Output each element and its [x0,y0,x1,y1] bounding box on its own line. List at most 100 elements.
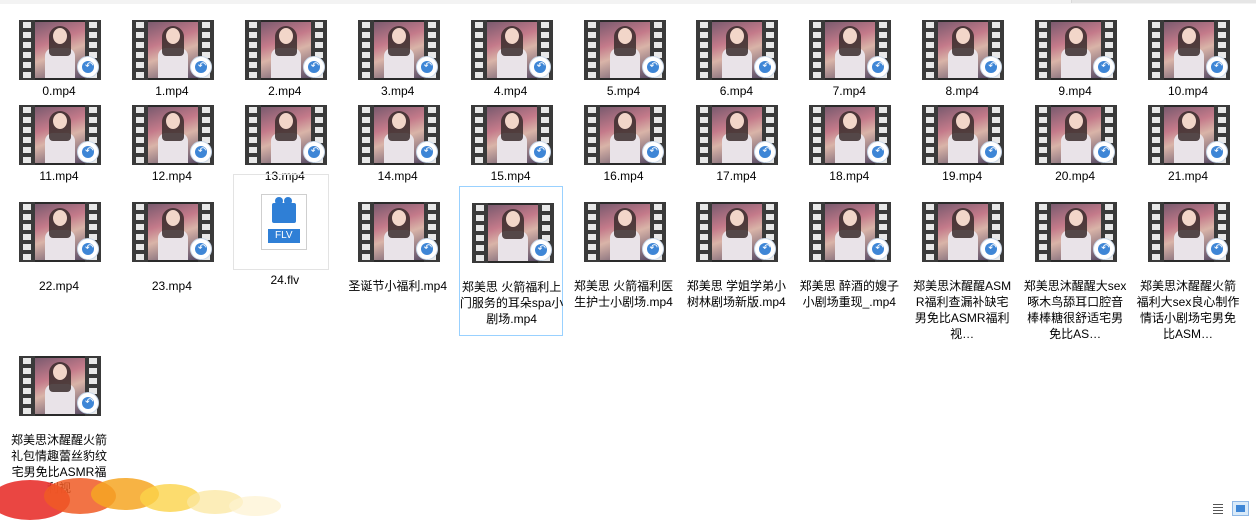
large-icons-view-icon [1236,505,1245,512]
file-item[interactable]: FLV 24.flv [232,174,337,324]
file-item[interactable]: ↶ 7.mp4 [797,4,901,98]
film-hole [926,32,935,38]
film-hole [135,32,144,38]
file-item[interactable]: ↶ 17.mp4 [684,89,788,183]
frame-figure [617,113,632,129]
film-hole [587,32,596,38]
film-hole [813,224,822,230]
film-hole [1152,72,1160,78]
file-item[interactable]: ↶ 5.mp4 [572,4,676,98]
film-hole [427,22,436,28]
media-player-badge-icon: ↶ [1093,141,1116,163]
film-hole [766,32,775,38]
film-hole [361,72,370,78]
film-hole [587,147,596,153]
flv-type-label: FLV [267,229,300,243]
file-item[interactable]: ↶ 圣诞节小福利.mp4 [346,186,450,336]
frame-figure [278,28,293,44]
film-hole [766,214,775,220]
play-arrow-icon: ↶ [762,146,771,157]
file-item[interactable]: ↶ 3.mp4 [346,4,450,98]
film-hole [587,127,596,133]
file-name-label: 郑美思 学姐学弟小树林剧场新版.mp4 [686,279,787,309]
film-hole [700,62,709,68]
file-item[interactable]: ↶ 21.mp4 [1136,89,1240,183]
details-view-line [1213,513,1223,514]
play-arrow-icon: ↶ [197,146,207,157]
file-item[interactable]: ↶ 郑美思沐醒醒大sex啄木鸟舔耳口腔音棒棒糖很舒适宅男免比AS… [1023,186,1127,341]
file-item[interactable]: ↶ 1.mp4 [120,4,224,98]
file-item[interactable]: ↶ 郑美思沐醒醒ASMR福利查漏补缺宅男免比ASMR福利视… [910,186,1014,341]
details-view-button[interactable] [1210,501,1227,516]
file-item[interactable]: ↶ 23.mp4 [120,186,224,336]
film-hole [361,32,370,38]
file-item[interactable]: ↶ 16.mp4 [572,89,676,183]
film-hole [427,127,436,133]
file-item[interactable]: ↶ 郑美思 醉酒的嫂子小剧场重现_.mp4 [797,186,901,336]
film-hole [89,117,97,123]
file-item[interactable]: ↶ 13.mp4 [233,89,337,183]
film-hole [89,214,97,220]
file-item[interactable]: ↶ 20.mp4 [1023,89,1127,183]
film-hole [89,358,97,364]
file-item[interactable]: ↶ 10.mp4 [1136,4,1240,98]
film-hole [89,42,97,48]
film-hole [1152,214,1160,220]
film-hole [135,52,144,58]
film-hole [992,117,1001,123]
film-hole [766,22,775,28]
file-item[interactable]: ↶ 18.mp4 [797,89,901,183]
file-item[interactable]: ↶ 15.mp4 [459,89,563,183]
film-hole [248,42,257,48]
film-hole [23,52,31,58]
file-item[interactable]: ↶ 22.mp4 [7,186,111,336]
film-hole [361,107,370,113]
film-hole [427,42,436,48]
play-arrow-icon: ↶ [85,146,94,157]
file-item[interactable]: ↶ 12.mp4 [120,89,224,183]
film-hole [540,107,549,113]
file-name-label: 22.mp4 [38,279,80,293]
play-arrow-icon: ↶ [762,61,771,72]
film-hole [1105,117,1114,123]
film-hole [1105,224,1114,230]
film-hole [587,224,596,230]
play-arrow-icon: ↶ [85,397,94,408]
film-hole [1152,204,1160,210]
film-hole [1218,224,1226,230]
file-item[interactable]: ↶ 19.mp4 [910,89,1014,183]
film-hole [135,137,144,143]
file-grid: ↶ 0.mp4 ↶ 1.mp4 ↶ 2.mp4 ↶ 3.mp4 ↶ 4.mp4 ↶ 5.mp4 ↶ 6.m… [0,0,1256,522]
film-hole [653,32,662,38]
film-hole [135,244,144,250]
file-name-label: 12.mp4 [151,169,192,183]
frame-figure [391,113,406,129]
file-item[interactable]: ↶ 9.mp4 [1023,4,1127,98]
file-item[interactable]: ↶ 14.mp4 [346,89,450,183]
file-item[interactable]: ↶ 郑美思沐醒醒火箭福利大sex良心制作情话小剧场宅男免比ASM… [1136,186,1240,341]
film-hole [474,32,483,38]
film-hole [361,52,370,58]
frame-figure [165,28,180,44]
file-item[interactable]: ↶ 6.mp4 [684,4,788,98]
file-item[interactable]: ↶ 11.mp4 [7,89,111,183]
film-strip-left [1148,20,1164,80]
film-hole [926,214,935,220]
film-hole [540,117,549,123]
film-hole [23,254,31,260]
file-item[interactable]: ↶ 郑美思 火箭福利医生护士小剧场.mp4 [572,186,676,336]
file-item[interactable]: ↶ 0.mp4 [7,4,111,98]
file-item[interactable]: ↶ 郑美思 学姐学弟小树林剧场新版.mp4 [684,186,788,336]
film-hole [135,107,144,113]
file-name-label: 郑美思沐醒醒大sex啄木鸟舔耳口腔音棒棒糖很舒适宅男免比AS… [1023,279,1127,341]
large-icons-view-button[interactable] [1232,501,1249,516]
file-item[interactable]: ↶ 2.mp4 [233,4,337,98]
file-item[interactable]: ↶ 4.mp4 [459,4,563,98]
film-strip-left [583,20,600,80]
file-item[interactable]: ↶ 郑美思 火箭福利上门服务的耳朵spa小剧场.mp4 [458,186,563,336]
play-arrow-icon: ↶ [988,61,997,72]
film-hole [700,244,709,250]
media-player-badge-icon: ↶ [415,56,438,78]
film-hole [1152,107,1160,113]
file-item[interactable]: ↶ 8.mp4 [910,4,1014,98]
